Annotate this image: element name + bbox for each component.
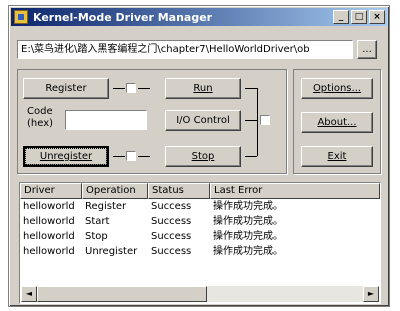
column-operation[interactable]: Operation — [82, 183, 148, 199]
connector-line — [113, 156, 125, 157]
options-button[interactable]: Options... — [301, 78, 373, 99]
table-row[interactable]: helloworld Unregister Success 操作成功完成。 — [20, 244, 380, 259]
options-label: Options... — [312, 83, 362, 94]
column-driver[interactable]: Driver — [20, 183, 82, 199]
table-row[interactable]: helloworld Start Success 操作成功完成。 — [20, 214, 380, 229]
register-checkbox[interactable] — [126, 83, 136, 93]
register-button[interactable]: Register — [23, 78, 109, 99]
cell-last-error: 操作成功完成。 — [213, 246, 283, 257]
bracket-line — [245, 120, 257, 121]
run-button[interactable]: Run — [165, 78, 241, 99]
driver-path-field[interactable]: E:\菜鸟进化\踏入黑客编程之门\chapter7\HelloWorldDriv… — [17, 40, 353, 59]
run-label: Run — [193, 83, 213, 94]
browse-button[interactable]: ... — [357, 40, 377, 59]
code-label-line1: Code — [27, 106, 53, 117]
column-status[interactable]: Status — [148, 183, 210, 199]
app-icon — [14, 10, 28, 24]
stop-label: Stop — [191, 151, 215, 162]
cell-driver: helloworld — [23, 246, 75, 257]
bracket-line — [257, 88, 258, 156]
io-control-checkbox[interactable] — [260, 115, 270, 125]
table-row[interactable]: helloworld Register Success 操作成功完成。 — [20, 199, 380, 214]
about-label: About... — [317, 117, 357, 128]
unregister-checkbox[interactable] — [126, 151, 136, 161]
unregister-label: Unregister — [39, 151, 93, 162]
connector-line — [113, 88, 125, 89]
exit-label: Exit — [327, 151, 347, 162]
cell-operation: Unregister — [85, 246, 138, 257]
column-last-error[interactable]: Last Error — [210, 183, 380, 199]
cell-operation: Stop — [85, 231, 108, 242]
cell-status: Success — [151, 231, 192, 242]
code-label-line2: (hex) — [27, 118, 54, 129]
cell-status: Success — [151, 201, 192, 212]
table-row[interactable]: helloworld Stop Success 操作成功完成。 — [20, 229, 380, 244]
maximize-button[interactable]: □ — [351, 10, 367, 24]
scroll-right-icon[interactable]: ► — [363, 286, 379, 302]
cell-status: Success — [151, 246, 192, 257]
cell-driver: helloworld — [23, 201, 75, 212]
scroll-thumb[interactable] — [37, 286, 207, 302]
connector-line — [138, 88, 150, 89]
window-controls: _ □ × — [333, 10, 385, 24]
cell-status: Success — [151, 216, 192, 227]
unregister-button[interactable]: Unregister — [23, 146, 109, 167]
register-label: Register — [45, 83, 87, 94]
cell-last-error: 操作成功完成。 — [213, 216, 283, 227]
bracket-line — [245, 156, 257, 157]
stop-button[interactable]: Stop — [165, 146, 241, 167]
io-control-button[interactable]: I/O Control — [165, 110, 241, 131]
title-bar[interactable]: Kernel-Mode Driver Manager _ □ × — [11, 8, 387, 26]
cell-operation: Register — [85, 201, 127, 212]
io-control-label: I/O Control — [176, 115, 230, 126]
cell-last-error: 操作成功完成。 — [213, 231, 283, 242]
about-button[interactable]: About... — [301, 112, 373, 133]
horizontal-scrollbar[interactable]: ◄ ► — [21, 286, 379, 302]
scroll-left-icon[interactable]: ◄ — [21, 286, 37, 302]
driver-manager-window: Kernel-Mode Driver Manager _ □ × E:\菜鸟进化… — [8, 5, 390, 307]
cell-driver: helloworld — [23, 231, 75, 242]
connector-line — [138, 156, 150, 157]
bracket-line — [245, 88, 257, 89]
close-button[interactable]: × — [369, 10, 385, 24]
cell-driver: helloworld — [23, 216, 75, 227]
minimize-button[interactable]: _ — [333, 10, 349, 24]
operations-list[interactable]: Driver Operation Status Last Error hello… — [19, 182, 381, 304]
code-label: Code (hex) — [27, 106, 53, 130]
cell-last-error: 操作成功完成。 — [213, 201, 283, 212]
window-title: Kernel-Mode Driver Manager — [33, 10, 213, 24]
cell-operation: Start — [85, 216, 110, 227]
code-hex-input[interactable] — [65, 110, 147, 130]
list-header: Driver Operation Status Last Error — [20, 183, 380, 199]
exit-button[interactable]: Exit — [301, 146, 373, 167]
